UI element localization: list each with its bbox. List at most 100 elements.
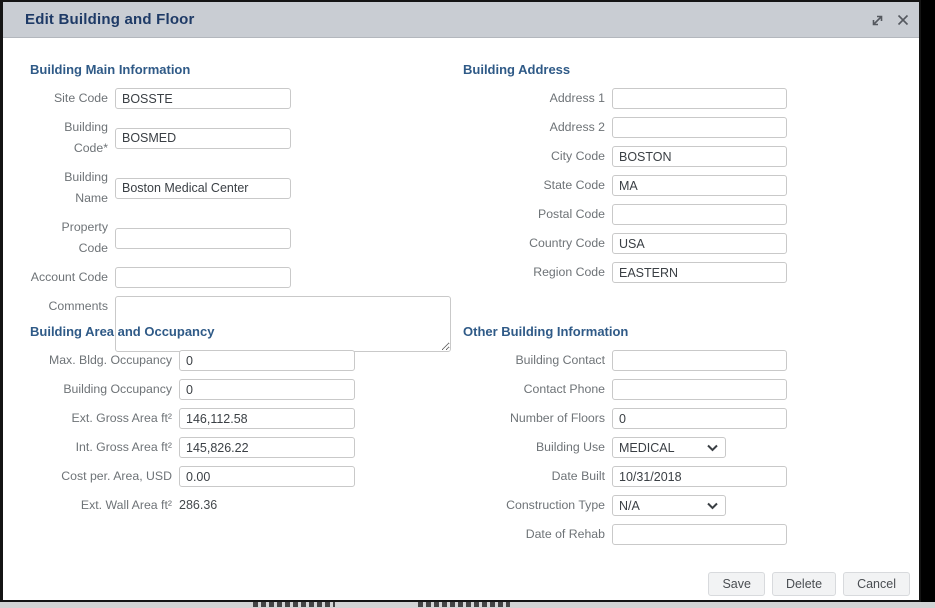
background-text-fragment: [418, 602, 510, 607]
field-label: Date of Rehab: [463, 524, 612, 545]
dialog-title: Edit Building and Floor: [25, 11, 195, 28]
field-building-code: Building Code*: [30, 117, 455, 159]
field-label: Address 2: [463, 117, 612, 138]
background-text-fragment: [253, 602, 335, 607]
section-building-address: Building Address Address 1 Address 2 Cit…: [463, 62, 793, 291]
edit-building-dialog: Edit Building and Floor: [0, 0, 921, 602]
field-site-code: Site Code: [30, 88, 455, 109]
field-building-name: Building Name: [30, 167, 455, 209]
building-use-value: MEDICAL: [619, 441, 675, 455]
field-construction-type: Construction Type N/A: [463, 495, 793, 516]
building-code-input[interactable]: [115, 128, 291, 149]
delete-button[interactable]: Delete: [772, 572, 836, 596]
field-label: Ext. Wall Area ft²: [30, 495, 179, 516]
field-address-1: Address 1: [463, 88, 793, 109]
date-of-rehab-input[interactable]: [612, 524, 787, 545]
field-max-bldg-occupancy: Max. Bldg. Occupancy: [30, 350, 455, 371]
chevron-down-icon: [707, 439, 718, 457]
field-label: Construction Type: [463, 495, 612, 516]
field-label: Date Built: [463, 466, 612, 487]
section-title: Building Main Information: [30, 62, 455, 77]
section-title: Building Area and Occupancy: [30, 324, 455, 339]
field-label: Region Code: [463, 262, 612, 283]
field-building-occupancy: Building Occupancy: [30, 379, 455, 400]
field-account-code: Account Code: [30, 267, 455, 288]
field-label: Postal Code: [463, 204, 612, 225]
region-code-input[interactable]: [612, 262, 787, 283]
city-code-input[interactable]: [612, 146, 787, 167]
field-label: Property Code: [30, 217, 115, 259]
field-label: Building Name: [30, 167, 115, 209]
field-contact-phone: Contact Phone: [463, 379, 793, 400]
save-button[interactable]: Save: [708, 572, 765, 596]
field-label: Int. Gross Area ft²: [30, 437, 179, 458]
postal-code-input[interactable]: [612, 204, 787, 225]
site-code-input[interactable]: [115, 88, 291, 109]
ext-gross-area-input[interactable]: [179, 408, 355, 429]
field-cost-per-area: Cost per. Area, USD: [30, 466, 455, 487]
field-label: Comments: [30, 296, 115, 317]
country-code-input[interactable]: [612, 233, 787, 254]
field-label: Building Contact: [463, 350, 612, 371]
chevron-down-icon: [707, 497, 718, 515]
field-date-of-rehab: Date of Rehab: [463, 524, 793, 545]
section-building-area-occupancy: Building Area and Occupancy Max. Bldg. O…: [30, 324, 455, 524]
field-ext-wall-area: Ext. Wall Area ft² 286.36: [30, 495, 455, 516]
building-occupancy-input[interactable]: [179, 379, 355, 400]
page-backdrop: Edit Building and Floor: [0, 0, 935, 608]
field-label: Address 1: [463, 88, 612, 109]
int-gross-area-input[interactable]: [179, 437, 355, 458]
max-bldg-occupancy-input[interactable]: [179, 350, 355, 371]
field-country-code: Country Code: [463, 233, 793, 254]
field-label: Contact Phone: [463, 379, 612, 400]
field-label: Cost per. Area, USD: [30, 466, 179, 487]
dialog-titlebar: Edit Building and Floor: [3, 2, 919, 38]
window-controls: [869, 2, 911, 38]
ext-wall-area-value: 286.36: [179, 495, 217, 516]
field-property-code: Property Code: [30, 217, 455, 259]
account-code-input[interactable]: [115, 267, 291, 288]
property-code-input[interactable]: [115, 228, 291, 249]
state-code-input[interactable]: [612, 175, 787, 196]
contact-phone-input[interactable]: [612, 379, 787, 400]
address-2-input[interactable]: [612, 117, 787, 138]
field-postal-code: Postal Code: [463, 204, 793, 225]
field-region-code: Region Code: [463, 262, 793, 283]
building-name-input[interactable]: [115, 178, 291, 199]
field-city-code: City Code: [463, 146, 793, 167]
field-label: Account Code: [30, 267, 115, 288]
field-building-contact: Building Contact: [463, 350, 793, 371]
field-label: Country Code: [463, 233, 612, 254]
field-label: Site Code: [30, 88, 115, 109]
address-1-input[interactable]: [612, 88, 787, 109]
dialog-footer: Save Delete Cancel: [708, 572, 910, 596]
field-label: Max. Bldg. Occupancy: [30, 350, 179, 371]
number-of-floors-input[interactable]: [612, 408, 787, 429]
construction-type-select[interactable]: N/A: [612, 495, 726, 516]
section-other-building-information: Other Building Information Building Cont…: [463, 324, 793, 553]
field-label: Building Code*: [30, 117, 115, 159]
field-label: Building Occupancy: [30, 379, 179, 400]
section-building-main-information: Building Main Information Site Code Buil…: [30, 62, 455, 360]
field-label: Ext. Gross Area ft²: [30, 408, 179, 429]
field-label: Number of Floors: [463, 408, 612, 429]
cost-per-area-input[interactable]: [179, 466, 355, 487]
field-date-built: Date Built: [463, 466, 793, 487]
section-title: Building Address: [463, 62, 793, 77]
field-address-2: Address 2: [463, 117, 793, 138]
building-use-select[interactable]: MEDICAL: [612, 437, 726, 458]
cancel-button[interactable]: Cancel: [843, 572, 910, 596]
field-state-code: State Code: [463, 175, 793, 196]
date-built-input[interactable]: [612, 466, 787, 487]
field-number-of-floors: Number of Floors: [463, 408, 793, 429]
field-ext-gross-area: Ext. Gross Area ft²: [30, 408, 455, 429]
construction-type-value: N/A: [619, 499, 640, 513]
field-int-gross-area: Int. Gross Area ft²: [30, 437, 455, 458]
field-building-use: Building Use MEDICAL: [463, 437, 793, 458]
close-icon[interactable]: [895, 12, 911, 28]
field-label: State Code: [463, 175, 612, 196]
field-label: City Code: [463, 146, 612, 167]
building-contact-input[interactable]: [612, 350, 787, 371]
expand-icon[interactable]: [869, 12, 885, 28]
field-label: Building Use: [463, 437, 612, 458]
